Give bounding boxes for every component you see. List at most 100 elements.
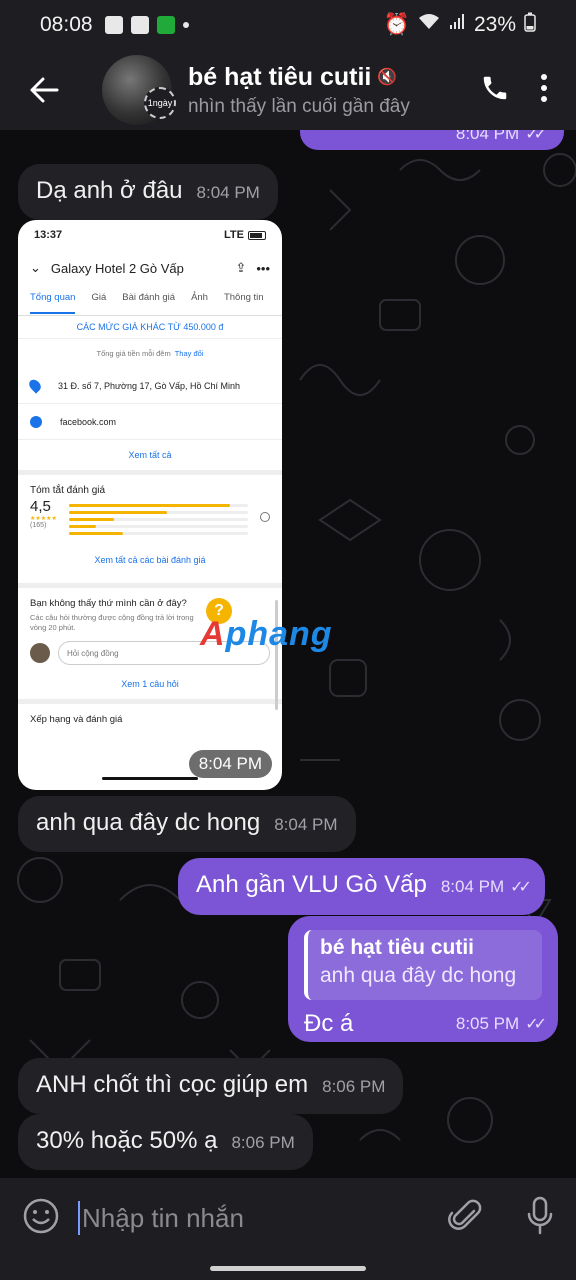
rating-bar xyxy=(68,511,248,514)
reply-quote[interactable]: bé hạt tiêu cutii anh qua đây dc hong xyxy=(304,930,542,1000)
place-header: ⌄ Galaxy Hotel 2 Gò Vấp ⇪ ••• xyxy=(18,250,282,286)
message-text: ANH chốt thì cọc giúp em xyxy=(36,1071,309,1098)
message-text: Anh gần VLU Gò Vấp xyxy=(196,871,427,898)
place-tabs: Tổng quan Giá Bài đánh giá Ảnh Thông tin xyxy=(18,286,282,316)
shield-icon xyxy=(156,16,175,34)
text-caret xyxy=(78,1201,80,1235)
navigation-bar xyxy=(0,1258,576,1280)
message-time: 8:04 PM xyxy=(440,877,505,896)
rating-stars: ★★★★★ xyxy=(30,516,57,522)
chevron-down-icon: ⌄ xyxy=(30,260,41,275)
tab-photos: Ảnh xyxy=(191,292,208,303)
price-link: CÁC MỨC GIÁ KHÁC TỪ 450.000 đ xyxy=(18,322,282,339)
rating-bar xyxy=(68,525,248,528)
location-pin-icon xyxy=(26,377,44,394)
message-time: 8:05 PM xyxy=(455,1014,520,1033)
message-text: anh qua đây dc hong xyxy=(36,809,261,836)
contact-avatar[interactable]: 1ngày xyxy=(102,55,176,125)
message-input-bar: Nhập tin nhắn xyxy=(0,1178,576,1258)
paperclip-icon xyxy=(448,1199,482,1230)
message-time: 8:04 PM xyxy=(196,183,260,202)
review-count: (165) xyxy=(30,522,47,529)
read-ticks-icon: ✓✓ xyxy=(510,879,532,896)
reply-quote-text: anh qua đây dc hong xyxy=(320,964,517,987)
avatar xyxy=(30,643,50,663)
info-icon xyxy=(260,512,270,522)
tab-info: Thông tin xyxy=(223,292,264,303)
rank-title: Xếp hạng và đánh giá xyxy=(30,714,123,725)
message-bubble-in[interactable]: 30% hoặc 50% ạ 8:06 PM xyxy=(18,1114,313,1170)
alarm-icon: ⏰ xyxy=(383,13,410,36)
last-seen-status: nhìn thấy lần cuối gần đây xyxy=(188,95,410,117)
screenshot-time: 13:37 xyxy=(34,229,63,241)
message-bubble-in[interactable]: ANH chốt thì cọc giúp em 8:06 PM xyxy=(18,1058,404,1114)
rating-bar xyxy=(68,504,248,507)
mute-icon: 🔇 xyxy=(377,69,398,86)
contact-info[interactable]: bé hạt tiêu cutii 🔇 nhìn thấy lần cuối g… xyxy=(188,63,428,118)
message-input[interactable]: Nhập tin nhắn xyxy=(78,1194,398,1242)
message-icon xyxy=(130,16,149,34)
question-title: Bạn không thấy thứ mình cần ở đây? xyxy=(30,598,187,609)
review-summary-title: Tóm tắt đánh giá xyxy=(30,485,106,496)
question-subtitle: Các câu hỏi thường được cộng đồng trả lờ… xyxy=(30,613,194,632)
gesture-handle[interactable] xyxy=(210,1266,366,1271)
watermark-logo: Aphang xyxy=(200,615,333,653)
message-text: Đc á xyxy=(304,1010,354,1037)
more-vert-icon xyxy=(541,73,547,102)
message-time: 8:04 PM xyxy=(188,750,272,778)
rating-bar xyxy=(68,532,248,535)
see-all-reviews-link: Xem tất cả các bài đánh giá xyxy=(94,555,206,565)
screenshot-status-bar: 13:37 LTE xyxy=(18,220,282,250)
contact-name: bé hạt tiêu cutii xyxy=(188,62,372,91)
message-bubble-out[interactable]: Anh gần VLU Gò Vấp 8:04 PM ✓✓ xyxy=(178,858,545,915)
photo-message[interactable]: 13:37 LTE ⌄ Galaxy Hotel 2 Gò Vấp ⇪ ••• … xyxy=(18,220,282,790)
screenshot-network: LTE xyxy=(224,229,244,241)
globe-icon xyxy=(30,415,42,428)
rating-score: 4,5 xyxy=(30,498,51,515)
address-row: 31 Đ. số 7, Phường 17, Gò Vấp, Hồ Chí Mi… xyxy=(18,368,282,404)
website-text: facebook.com xyxy=(60,416,117,427)
back-button[interactable] xyxy=(0,50,88,130)
more-options-button[interactable] xyxy=(540,73,548,108)
story-badge: 1ngày xyxy=(144,87,176,119)
phone-icon xyxy=(483,76,507,99)
battery-percent: 23% xyxy=(473,13,516,36)
rating-summary: 4,5 ★★★★★ (165) xyxy=(18,498,282,539)
rating-bars xyxy=(68,504,248,539)
system-icons: ⏰ 23% xyxy=(384,12,536,38)
attach-button[interactable] xyxy=(448,1197,482,1240)
message-text: 30% hoặc 50% ạ xyxy=(36,1127,218,1154)
back-arrow-icon xyxy=(30,77,59,103)
reply-quote-name: bé hạt tiêu cutii xyxy=(320,936,475,959)
battery-icon xyxy=(248,230,266,240)
read-ticks-icon: ✓✓ xyxy=(525,1016,547,1033)
chat-header: 1ngày bé hạt tiêu cutii 🔇 nhìn thấy lần … xyxy=(0,50,576,130)
tab-reviews: Bài đánh giá xyxy=(122,292,176,303)
status-bar: 08:08 ⏰ 23% xyxy=(0,0,576,50)
emoji-button[interactable] xyxy=(22,1197,60,1240)
change-link: Thay đổi xyxy=(174,349,204,358)
voice-message-button[interactable] xyxy=(526,1196,554,1241)
microphone-icon xyxy=(527,1196,553,1234)
message-bubble-in[interactable]: Dạ anh ở đâu 8:04 PM xyxy=(18,164,278,220)
message-text: Dạ anh ở đâu xyxy=(36,177,183,204)
message-bubble-in[interactable]: anh qua đây dc hong 8:04 PM xyxy=(18,796,356,852)
emoji-icon xyxy=(23,1198,59,1233)
address-text: 31 Đ. số 7, Phường 17, Gò Vấp, Hồ Chí Mi… xyxy=(58,380,241,391)
see-all-link: Xem tất cả xyxy=(18,440,282,475)
total-price-note: Tổng giá tiền mỗi đêm Thay đổi xyxy=(96,349,204,358)
gallery-icon xyxy=(104,16,123,34)
message-bubble-reply[interactable]: bé hạt tiêu cutii anh qua đây dc hong Đc… xyxy=(288,916,558,1042)
message-time: 8:04 PM xyxy=(274,815,338,834)
message-input-placeholder: Nhập tin nhắn xyxy=(82,1202,244,1233)
website-row: facebook.com xyxy=(18,404,282,440)
signal-icon xyxy=(448,13,466,37)
status-time: 08:08 xyxy=(40,13,93,36)
tab-price: Giá xyxy=(91,292,107,303)
rating-bar xyxy=(68,518,248,521)
tab-overview: Tổng quan xyxy=(30,292,76,314)
more-notifications-icon xyxy=(182,22,189,28)
see-question-link: Xem 1 câu hỏi xyxy=(18,673,282,704)
call-button[interactable] xyxy=(480,73,510,108)
place-name: Galaxy Hotel 2 Gò Vấp xyxy=(50,260,184,276)
